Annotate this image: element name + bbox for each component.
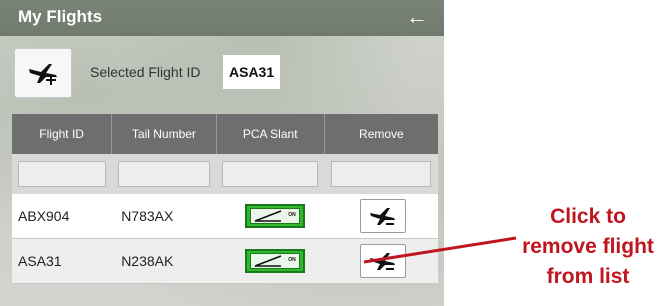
pca-slant-state: ON: [288, 257, 296, 263]
tail-number-cell: N238AK: [121, 253, 174, 269]
slant-indicator-icon: ON: [249, 208, 300, 224]
callout-pointer-line: [363, 236, 517, 264]
header-flight-id[interactable]: Flight ID: [12, 114, 113, 154]
tail-number-cell: N783AX: [121, 208, 174, 224]
flight-id-filter-input[interactable]: [18, 161, 106, 187]
remove-flight-icon: [369, 208, 395, 225]
add-flight-icon: [29, 64, 57, 85]
title-bar: My Flights ←: [0, 0, 444, 36]
add-flight-button[interactable]: [14, 48, 72, 98]
pca-slant-state: ON: [288, 212, 296, 218]
pca-slant-toggle[interactable]: ON: [244, 204, 305, 228]
callout-line-1: Click to: [550, 205, 626, 228]
flight-id-cell: ASA31: [18, 253, 62, 269]
back-arrow-icon[interactable]: ←: [406, 4, 428, 30]
remove-filter-input[interactable]: [330, 161, 432, 187]
header-tail-number[interactable]: Tail Number: [112, 114, 217, 154]
pca-slant-cell: ON: [222, 194, 327, 238]
pca-slant-toggle[interactable]: ON: [244, 249, 305, 273]
callout-line-2: remove flight: [522, 235, 654, 258]
tail-number-filter-input[interactable]: [118, 161, 210, 187]
filter-row: [12, 154, 438, 194]
callout-line-3: from list: [546, 265, 630, 288]
selected-flight-label: Selected Flight ID: [90, 64, 201, 80]
table-header: Flight ID Tail Number PCA Slant Remove: [12, 114, 438, 154]
header-pca-slant[interactable]: PCA Slant: [217, 114, 325, 154]
pca-slant-filter-input[interactable]: [222, 161, 318, 187]
remove-callout: Click to remove flight from list: [508, 202, 668, 292]
selected-flight-value: ASA31: [223, 55, 281, 89]
pca-slant-cell: ON: [222, 239, 327, 283]
flight-id-cell: ABX904: [18, 208, 70, 224]
slant-indicator-icon: ON: [249, 253, 300, 269]
header-remove[interactable]: Remove: [325, 114, 438, 154]
panel-title: My Flights: [18, 7, 103, 26]
